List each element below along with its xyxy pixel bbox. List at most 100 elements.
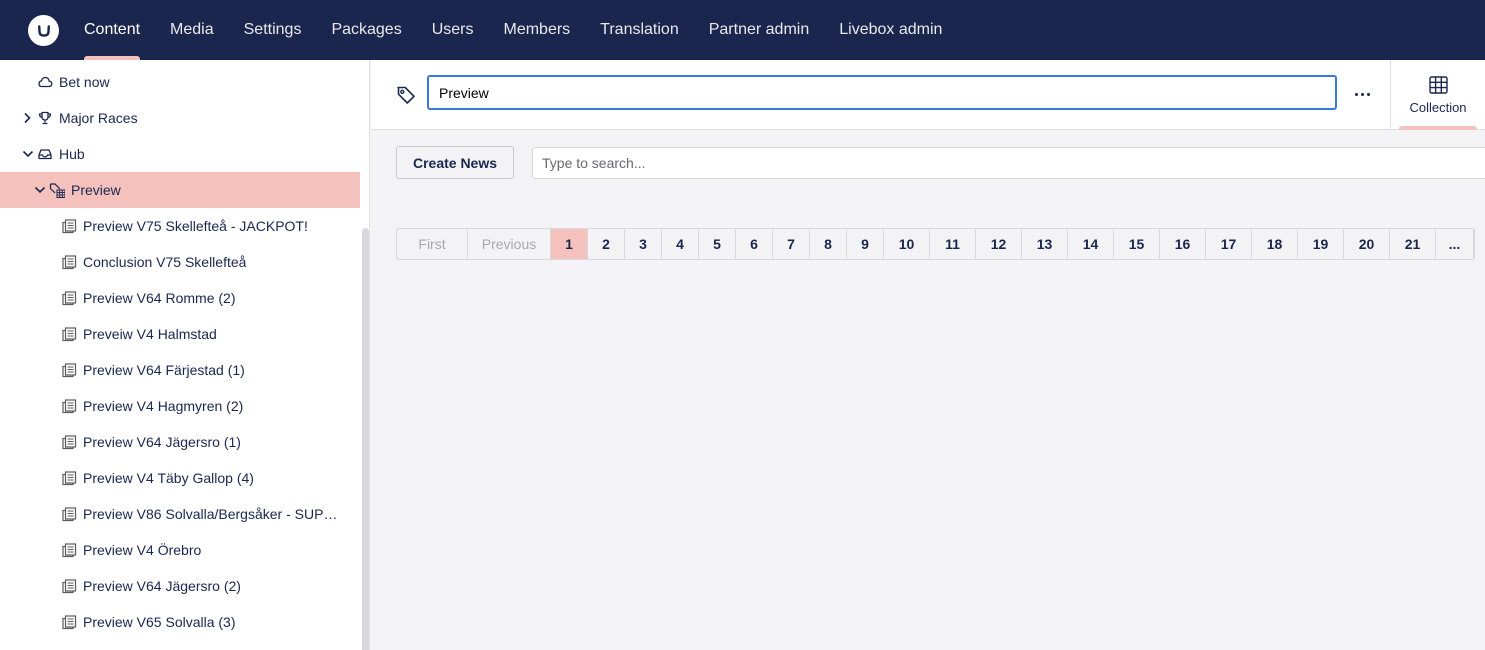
tree-child-item[interactable]: Conclusion V75 Skellefteå bbox=[0, 244, 360, 280]
chevron-down-glyph bbox=[22, 150, 34, 158]
first-page-button: First bbox=[397, 229, 468, 259]
chevron-down-glyph bbox=[34, 186, 46, 194]
cloud-icon bbox=[37, 74, 53, 90]
nav-tab-livebox-admin[interactable]: Livebox admin bbox=[824, 0, 957, 60]
page-9-button[interactable]: 9 bbox=[847, 229, 884, 259]
tree-item-label: Hub bbox=[59, 146, 85, 162]
nav-tab-partner-admin[interactable]: Partner admin bbox=[694, 0, 825, 60]
nav-tab-users[interactable]: Users bbox=[417, 0, 489, 60]
nav-tab-label: Livebox admin bbox=[839, 21, 943, 38]
document-icon bbox=[61, 470, 77, 486]
dot-icon bbox=[1366, 92, 1370, 96]
page-8-button[interactable]: 8 bbox=[810, 229, 847, 259]
document-icon bbox=[61, 506, 77, 522]
nav-tab-members[interactable]: Members bbox=[488, 0, 585, 60]
chevron-right-icon[interactable] bbox=[22, 112, 34, 124]
cloud-icon-glyph bbox=[38, 76, 53, 88]
tree-child-label: Preview V86 Solvalla/Bergsåker - SUPER… bbox=[83, 506, 345, 522]
page-3-button[interactable]: 3 bbox=[625, 229, 662, 259]
tree-child-item[interactable]: Preview V86 Solvalla/Bergsåker - SUPER… bbox=[0, 496, 360, 532]
page-21-button[interactable]: 21 bbox=[1390, 229, 1436, 259]
more-pages-button[interactable]: ... bbox=[1436, 229, 1474, 259]
nav-tab-content[interactable]: Content bbox=[69, 0, 155, 60]
document-glyph bbox=[62, 507, 77, 522]
page-15-button[interactable]: 15 bbox=[1114, 229, 1160, 259]
pagination: First Previous 1 2 3 4 5 6 7 8 9 10 11 12 13 14 15 16 17 18… bbox=[396, 228, 1475, 260]
page-11-button[interactable]: 11 bbox=[930, 229, 976, 259]
page-13-button[interactable]: 13 bbox=[1022, 229, 1068, 259]
section-tabs: Content Media Settings Packages Users Members… bbox=[69, 0, 957, 60]
page-12-button[interactable]: 12 bbox=[976, 229, 1022, 259]
umbraco-logo-icon[interactable] bbox=[28, 15, 59, 46]
tree-item-bet-now[interactable]: Bet now bbox=[0, 64, 360, 100]
document-icon bbox=[61, 290, 77, 306]
page-4-button[interactable]: 4 bbox=[662, 229, 699, 259]
tree-child-item[interactable]: Preview V64 Jägersro (2) bbox=[0, 568, 360, 604]
tag-grid-icon-glyph bbox=[49, 183, 65, 198]
document-icon bbox=[61, 614, 77, 630]
page-10-button[interactable]: 10 bbox=[884, 229, 930, 259]
chevron-down-icon[interactable] bbox=[34, 184, 46, 196]
tree-child-label: Preview V64 Romme (2) bbox=[83, 290, 236, 306]
document-glyph bbox=[62, 255, 77, 270]
page-17-button[interactable]: 17 bbox=[1206, 229, 1252, 259]
document-icon bbox=[61, 362, 77, 378]
page-5-button[interactable]: 5 bbox=[699, 229, 736, 259]
inbox-icon-glyph bbox=[38, 149, 52, 160]
nav-tab-translation[interactable]: Translation bbox=[585, 0, 694, 60]
tree-child-item[interactable]: Preview V4 Täby Gallop (4) bbox=[0, 460, 360, 496]
create-news-button[interactable]: Create News bbox=[396, 146, 514, 179]
document-glyph bbox=[62, 291, 77, 306]
tree-item-label: Preview bbox=[71, 182, 121, 198]
tree-child-item[interactable]: Preveiw V4 Halmstad bbox=[0, 316, 360, 352]
page-18-button[interactable]: 18 bbox=[1252, 229, 1298, 259]
page-6-button[interactable]: 6 bbox=[736, 229, 773, 259]
tag-grid-icon bbox=[49, 182, 65, 198]
tree-child-label: Preview V4 Täby Gallop (4) bbox=[83, 470, 254, 486]
tree-item-hub[interactable]: Hub bbox=[0, 136, 360, 172]
document-glyph bbox=[62, 363, 77, 378]
tree-item-preview[interactable]: Preview bbox=[0, 172, 360, 208]
tree-item-major-races[interactable]: Major Races bbox=[0, 100, 360, 136]
page-1-button[interactable]: 1 bbox=[551, 229, 588, 259]
document-glyph bbox=[62, 399, 77, 414]
page-14-button[interactable]: 14 bbox=[1068, 229, 1114, 259]
page-20-button[interactable]: 20 bbox=[1344, 229, 1390, 259]
tree-child-item[interactable]: Preview V65 Solvalla (3) bbox=[0, 604, 360, 640]
tree-child-item[interactable]: Preview V4 Hagmyren (2) bbox=[0, 388, 360, 424]
more-actions-button[interactable] bbox=[1349, 82, 1375, 106]
tree-child-item[interactable]: Preview V4 Örebro bbox=[0, 532, 360, 568]
collection-search-input[interactable] bbox=[532, 147, 1485, 179]
tree-child-label: Conclusion V75 Skellefteå bbox=[83, 254, 247, 270]
document-glyph bbox=[62, 579, 77, 594]
document-glyph bbox=[62, 615, 77, 630]
content-tree: Bet now Major Races Hub Preview Preview V75 … bbox=[0, 60, 370, 650]
page-16-button[interactable]: 16 bbox=[1160, 229, 1206, 259]
tree-child-label: Preview V4 Hagmyren (2) bbox=[83, 398, 244, 414]
tree-child-item[interactable]: Preview V64 Jägersro (1) bbox=[0, 424, 360, 460]
active-tab-indicator bbox=[1399, 126, 1477, 130]
chevron-down-icon[interactable] bbox=[22, 148, 34, 160]
document-icon bbox=[61, 578, 77, 594]
nav-tab-packages[interactable]: Packages bbox=[316, 0, 416, 60]
tree-child-item[interactable]: Preview V64 Färjestad (1) bbox=[0, 352, 360, 388]
tree-child-label: Preview V4 Örebro bbox=[83, 542, 202, 558]
tree-child-item[interactable]: Preview V64 Romme (2) bbox=[0, 280, 360, 316]
grid-icon bbox=[1428, 75, 1448, 94]
nav-tab-settings[interactable]: Settings bbox=[229, 0, 317, 60]
page-2-button[interactable]: 2 bbox=[588, 229, 625, 259]
tree-child-item[interactable]: Preview V75 Skellefteå - JACKPOT! bbox=[0, 208, 360, 244]
document-icon bbox=[61, 218, 77, 234]
nav-tab-media[interactable]: Media bbox=[155, 0, 229, 60]
document-glyph bbox=[62, 327, 77, 342]
document-icon bbox=[61, 398, 77, 414]
nav-tab-label: Packages bbox=[331, 21, 402, 38]
tree-child-label: Preview V65 Solvalla (3) bbox=[83, 614, 236, 630]
tree-child-label: Preview V64 Färjestad (1) bbox=[83, 362, 245, 378]
node-name-input[interactable] bbox=[427, 75, 1337, 110]
page-19-button[interactable]: 19 bbox=[1298, 229, 1344, 259]
tab-collection[interactable]: Collection bbox=[1390, 60, 1485, 130]
page-7-button[interactable]: 7 bbox=[773, 229, 810, 259]
chevron-right-glyph bbox=[24, 112, 31, 124]
tree-scrollbar[interactable] bbox=[362, 228, 369, 650]
